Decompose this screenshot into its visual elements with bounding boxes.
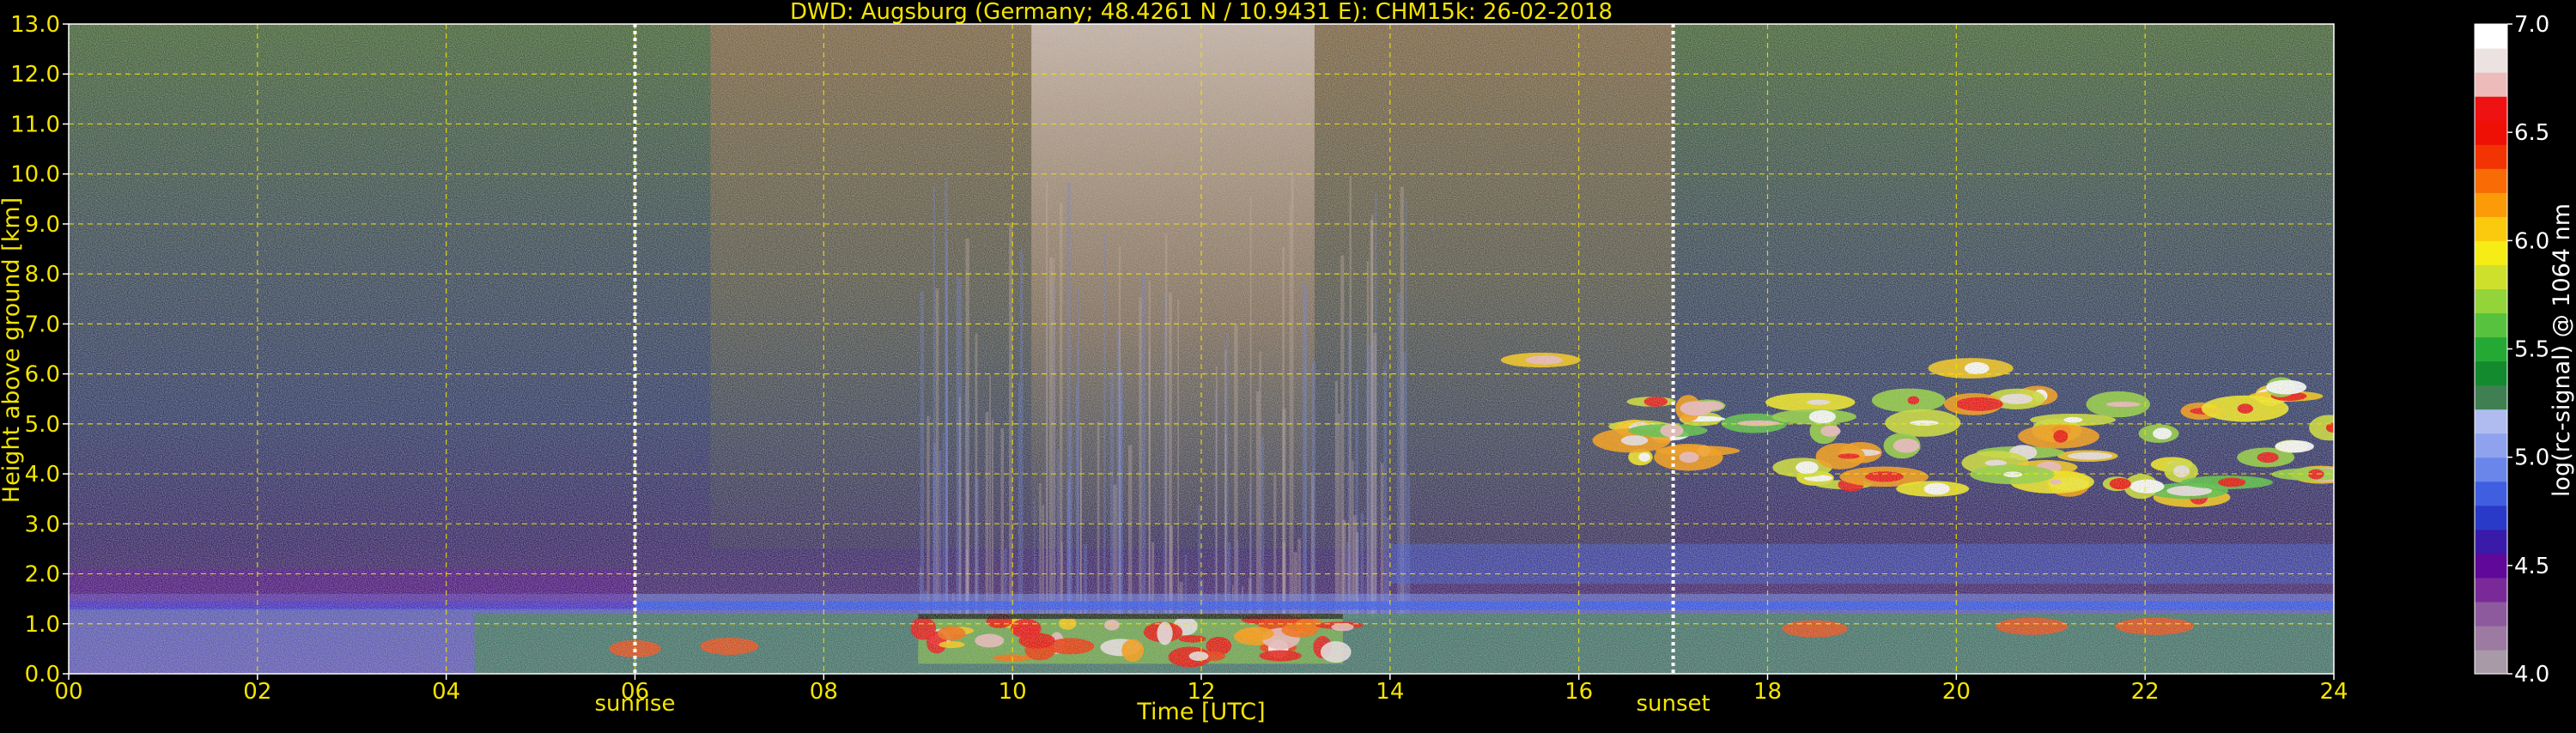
colorbar-swatch xyxy=(2475,216,2507,241)
y-tick-label: 7.0 xyxy=(25,312,60,337)
x-axis-label: Time [UTC] xyxy=(1136,699,1265,725)
ceilometer-chart: sunrise sunset 00 02 04 06 08 10 12 14 16 18 20 22 24… xyxy=(0,0,2575,725)
x-tick-label: 02 xyxy=(243,679,271,705)
y-tick-label: 5.0 xyxy=(25,412,60,438)
x-tick-label: 24 xyxy=(2319,679,2348,705)
colorbar-swatch xyxy=(2475,312,2507,338)
x-tick-label: 14 xyxy=(1376,679,1404,705)
colorbar-swatch xyxy=(2475,625,2507,651)
y-tick-label: 3.0 xyxy=(25,512,60,537)
colorbar-swatch xyxy=(2475,264,2507,290)
colorbar-swatch xyxy=(2475,385,2507,410)
y-tick-label: 13.0 xyxy=(10,12,60,38)
x-tick-label: 08 xyxy=(810,679,838,705)
colorbar-swatch xyxy=(2475,96,2507,121)
y-tick-label: 8.0 xyxy=(25,262,60,288)
x-tick-label: 10 xyxy=(999,679,1027,705)
colorbar-tick-label: 4.0 xyxy=(2514,662,2549,688)
chart-title: DWD: Augsburg (Germany; 48.4261 N / 10.9… xyxy=(790,0,1613,25)
colorbar-swatch xyxy=(2475,457,2507,482)
colorbar-swatch xyxy=(2475,409,2507,434)
y-axis-label: Height above ground [km] xyxy=(0,197,25,503)
colorbar-swatch xyxy=(2475,120,2507,145)
y-tick-label: 9.0 xyxy=(25,212,60,238)
colorbar-swatch xyxy=(2475,360,2507,386)
x-tick-label: 06 xyxy=(621,679,649,705)
colorbar-swatch xyxy=(2475,72,2507,97)
colorbar-tick-label: 4.5 xyxy=(2514,554,2549,579)
colorbar-label: log(rc-signal) @ 1064 nm xyxy=(2549,203,2575,497)
colorbar-swatch xyxy=(2475,529,2507,554)
colorbar-swatch xyxy=(2475,240,2507,265)
sunset-label: sunset xyxy=(1636,691,1710,717)
colorbar-swatch xyxy=(2475,433,2507,458)
x-tick-label: 04 xyxy=(432,679,460,705)
y-tick-label: 1.0 xyxy=(25,612,60,638)
colorbar-tick-label: 7.0 xyxy=(2514,12,2549,38)
colorbar-swatch xyxy=(2475,48,2507,73)
colorbar: 4.0 4.5 5.0 5.5 6.0 6.5 7.0 xyxy=(2474,12,2549,688)
colorbar-swatch xyxy=(2475,481,2507,506)
y-tick-label: 4.0 xyxy=(25,462,60,488)
colorbar-swatch xyxy=(2475,168,2507,193)
colorbar-swatch xyxy=(2475,649,2507,675)
y-tick-label: 11.0 xyxy=(10,112,60,137)
y-tick-label: 12.0 xyxy=(10,62,60,88)
colorbar-swatch xyxy=(2475,601,2507,627)
x-tick-label: 22 xyxy=(2131,679,2160,705)
colorbar-swatch xyxy=(2475,553,2507,579)
colorbar-swatch xyxy=(2475,336,2507,362)
colorbar-swatch xyxy=(2475,144,2507,169)
colorbar-tick-label: 6.5 xyxy=(2514,120,2549,146)
colorbar-swatch xyxy=(2475,192,2507,217)
y-tick-label: 10.0 xyxy=(10,162,60,188)
colorbar-tick-label: 6.0 xyxy=(2514,228,2549,254)
colorbar-swatch xyxy=(2475,288,2507,314)
x-tick-label: 18 xyxy=(1753,679,1782,705)
colorbar-tick-label: 5.0 xyxy=(2514,445,2549,471)
y-tick-label: 2.0 xyxy=(25,562,60,588)
y-tick-label: 0.0 xyxy=(25,662,60,688)
x-tick-label: 20 xyxy=(1942,679,1971,705)
colorbar-swatch xyxy=(2475,24,2507,49)
plot-area xyxy=(69,24,2334,674)
y-tick-label: 6.0 xyxy=(25,362,60,388)
colorbar-tick-label: 5.5 xyxy=(2514,337,2549,363)
chart-root: sunrise sunset 00 02 04 06 08 10 12 14 16 18 20 22 24… xyxy=(0,0,2576,730)
colorbar-swatch xyxy=(2475,577,2507,603)
colorbar-swatch xyxy=(2475,505,2507,530)
x-tick-label: 16 xyxy=(1564,679,1593,705)
